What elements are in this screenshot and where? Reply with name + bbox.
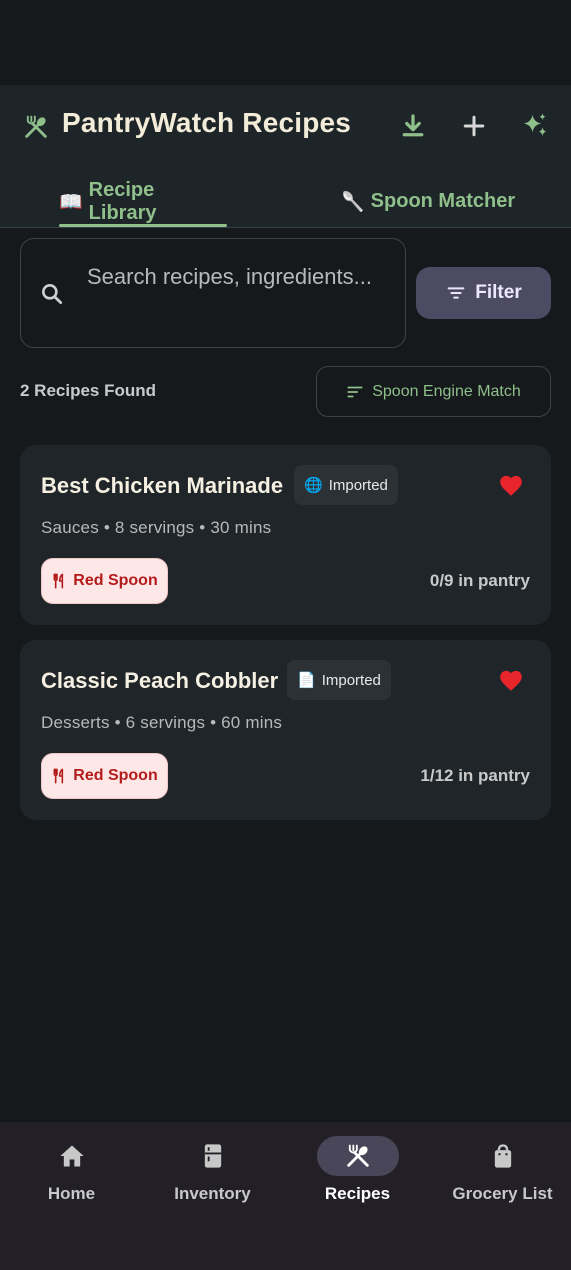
tab-bar: 📖 Recipe Library 🥄 Spoon Matcher: [0, 175, 571, 228]
nav-label: Home: [47, 1184, 96, 1203]
search-icon: [42, 284, 63, 305]
spoon-rating-badge: Red Spoon: [41, 558, 168, 604]
filter-button[interactable]: Filter: [416, 267, 551, 319]
imported-label: Imported: [328, 476, 388, 494]
add-icon: [463, 115, 485, 137]
tab-label: Recipe Library: [88, 178, 157, 224]
fridge-icon: [204, 1144, 222, 1168]
home-icon: [60, 1145, 84, 1167]
globe-icon: 🌐: [304, 477, 323, 494]
pantry-status: 0/9 in pantry: [429, 571, 530, 590]
book-icon: 📖: [59, 191, 83, 213]
recipe-card[interactable]: Classic Peach Cobbler 📄 Imported Dessert…: [20, 640, 551, 820]
download-button[interactable]: [398, 111, 428, 141]
filter-icon: [447, 287, 465, 299]
recipes-screen: PantryWatch Recipes 📖 Recipe Library 🥄 S…: [0, 0, 571, 1270]
tab-recipe-library[interactable]: 📖 Recipe Library: [59, 175, 227, 228]
recipe-title: Classic Peach Cobbler: [41, 668, 279, 693]
utensils-icon: [53, 768, 64, 784]
tab-label: Spoon Matcher: [370, 190, 516, 212]
recipe-meta: Desserts • 6 servings • 60 mins: [41, 713, 283, 732]
spoon-label: Red Spoon: [73, 572, 158, 589]
ai-suggest-button[interactable]: [520, 111, 550, 141]
active-tab-indicator: [59, 224, 227, 227]
fork-spoon-icon: [347, 1144, 369, 1167]
page-title: PantryWatch Recipes: [62, 107, 352, 138]
nav-label: Recipes: [324, 1184, 391, 1203]
imported-badge: 🌐 Imported: [294, 465, 398, 505]
results-count: 2 Recipes Found: [20, 381, 157, 400]
spoon-label: Red Spoon: [73, 767, 158, 784]
nav-item-recipes[interactable]: Recipes: [286, 1122, 429, 1222]
fork-spoon-icon: [25, 115, 47, 138]
recipe-meta: Sauces • 8 servings • 30 mins: [41, 518, 272, 537]
top-app-bar: PantryWatch Recipes 📖 Recipe Library 🥄 S…: [0, 85, 571, 228]
add-recipe-button[interactable]: [459, 111, 489, 141]
search-placeholder: Search recipes, ingredients...: [87, 264, 372, 289]
nav-label: Inventory: [174, 1184, 251, 1203]
spoon-icon: 🥄: [341, 191, 365, 213]
sort-button[interactable]: Spoon Engine Match: [316, 366, 551, 417]
filter-label: Filter: [475, 282, 522, 303]
pantry-status: 1/12 in pantry: [420, 766, 530, 785]
download-icon: [402, 114, 424, 137]
tab-spoon-matcher[interactable]: 🥄 Spoon Matcher: [341, 175, 531, 228]
shopping-bag-icon: [494, 1144, 512, 1168]
nav-label: Grocery List: [452, 1184, 553, 1203]
spoon-rating-badge: Red Spoon: [41, 753, 168, 799]
document-icon: 📄: [297, 672, 316, 689]
nav-item-grocery-list[interactable]: Grocery List: [431, 1122, 571, 1222]
recipe-title: Best Chicken Marinade: [41, 473, 284, 498]
sort-label: Spoon Engine Match: [372, 382, 521, 400]
search-input[interactable]: Search recipes, ingredients...: [20, 238, 406, 348]
favorite-heart-icon[interactable]: [498, 473, 524, 499]
bottom-navigation: Home Inventory Recipes Grocery List: [0, 1122, 571, 1270]
sort-icon: [347, 386, 363, 397]
recipe-card[interactable]: Best Chicken Marinade 🌐 Imported Sauces …: [20, 445, 551, 625]
imported-label: Imported: [321, 671, 381, 689]
nav-item-home[interactable]: Home: [0, 1122, 143, 1222]
favorite-heart-icon[interactable]: [498, 668, 524, 694]
app-bar: PantryWatch Recipes: [0, 85, 571, 169]
sparkles-icon: [523, 113, 547, 136]
imported-badge: 📄 Imported: [287, 660, 391, 700]
status-bar-area: [0, 0, 571, 85]
nav-item-inventory[interactable]: Inventory: [141, 1122, 284, 1222]
utensils-icon: [53, 573, 64, 589]
